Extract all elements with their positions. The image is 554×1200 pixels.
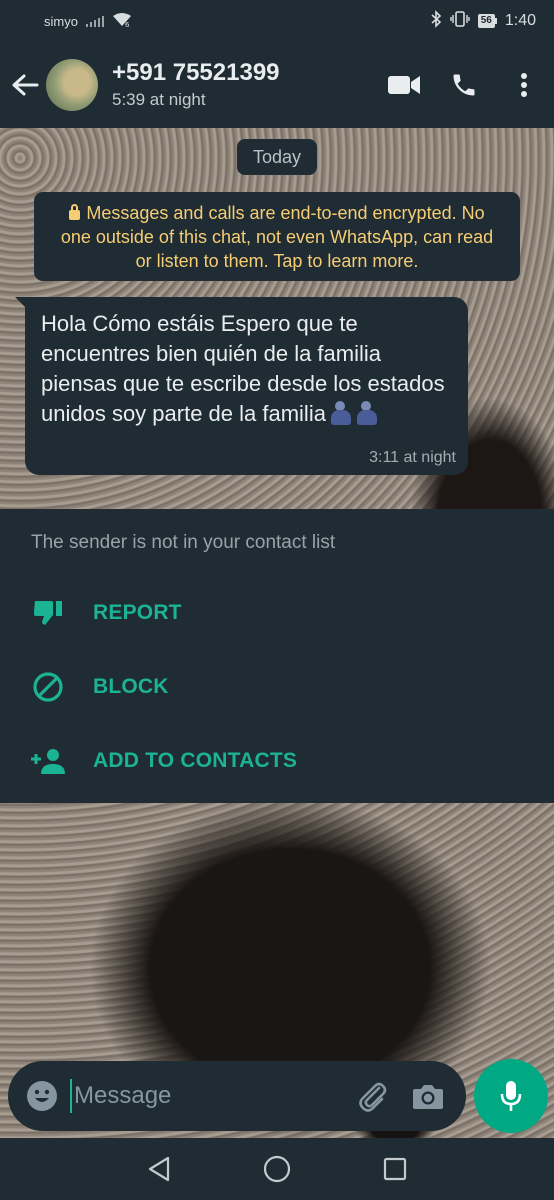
camera-icon [413, 1085, 443, 1109]
unknown-sender-note: The sender is not in your contact list [31, 532, 336, 553]
voice-call-icon [453, 74, 475, 96]
date-chip: Today [237, 139, 317, 175]
contact-info[interactable]: +591 75521399 5:39 at night [112, 58, 280, 112]
message-composer: Message [8, 1061, 466, 1131]
unknown-sender-panel: The sender is not in your contact list R… [0, 509, 554, 803]
mic-icon [500, 1081, 522, 1111]
message-placeholder: Message [74, 1082, 172, 1109]
status-left: simyo 6 [44, 12, 132, 31]
block-button[interactable]: BLOCK [0, 657, 554, 717]
message-text-wrap: Hola Cómo estáis Espero que te encuentre… [41, 309, 454, 429]
status-right: 56 1:40 [430, 9, 536, 33]
add-to-contacts-label: ADD TO CONTACTS [93, 749, 298, 772]
message-input[interactable]: Message [70, 1076, 344, 1116]
nav-home-icon [263, 1155, 291, 1183]
more-vert-icon [521, 73, 527, 97]
battery-icon: 56 [477, 14, 497, 28]
camera-button[interactable] [400, 1068, 456, 1124]
message-time: 3:11 at night [369, 449, 456, 466]
voice-call-button[interactable] [434, 55, 494, 115]
add-to-contacts-button[interactable]: ADD TO CONTACTS [0, 731, 554, 791]
people-hugging-emoji [356, 399, 378, 427]
nav-home-button[interactable] [247, 1144, 307, 1194]
report-label: REPORT [93, 601, 182, 624]
encryption-notice-text: Messages and calls are end-to-end encryp… [60, 203, 494, 271]
chat-header: +591 75521399 5:39 at night [0, 42, 554, 128]
lock-icon [69, 204, 81, 220]
emoji-button[interactable] [14, 1068, 70, 1124]
contact-name: +591 75521399 [112, 59, 280, 86]
back-button[interactable] [2, 55, 48, 115]
vibrate-icon [450, 10, 470, 33]
video-call-button[interactable] [374, 55, 434, 115]
avatar[interactable] [46, 59, 98, 111]
wifi-icon: 6 [112, 12, 132, 31]
contact-last-seen: 5:39 at night [112, 90, 206, 109]
report-button[interactable]: REPORT [0, 583, 554, 643]
nav-back-icon [148, 1156, 170, 1182]
block-label: BLOCK [93, 675, 169, 698]
text-caret [70, 1079, 72, 1113]
attach-icon [359, 1082, 387, 1112]
message-bubble-incoming[interactable]: Hola Cómo estáis Espero que te encuentre… [15, 297, 468, 475]
chat-area[interactable]: Today Messages and calls are end-to-end … [0, 128, 554, 1138]
status-time: 1:40 [504, 12, 536, 29]
svg-text:6: 6 [125, 21, 130, 28]
video-call-icon [388, 76, 420, 94]
header-actions [374, 55, 554, 115]
back-arrow-icon [12, 74, 39, 96]
status-bar: simyo 6 56 1:40 [0, 0, 554, 42]
system-nav-bar [0, 1138, 554, 1200]
bluetooth-icon [430, 9, 442, 33]
more-options-button[interactable] [494, 55, 554, 115]
battery-level: 56 [477, 14, 495, 28]
encryption-notice[interactable]: Messages and calls are end-to-end encryp… [34, 192, 520, 281]
nav-recents-button[interactable] [365, 1144, 425, 1194]
block-icon [28, 671, 68, 703]
carrier-name: simyo [44, 13, 78, 29]
people-hugging-emoji [330, 399, 352, 427]
emoji-icon [27, 1081, 57, 1111]
message-text: Hola Cómo estáis Espero que te encuentre… [41, 311, 445, 426]
thumbs-down-icon [28, 598, 68, 628]
nav-recents-icon [383, 1157, 407, 1181]
voice-message-button[interactable] [474, 1059, 548, 1133]
nav-back-button[interactable] [129, 1144, 189, 1194]
attach-button[interactable] [344, 1068, 400, 1124]
signal-icon [85, 15, 104, 27]
add-person-icon [28, 747, 68, 775]
